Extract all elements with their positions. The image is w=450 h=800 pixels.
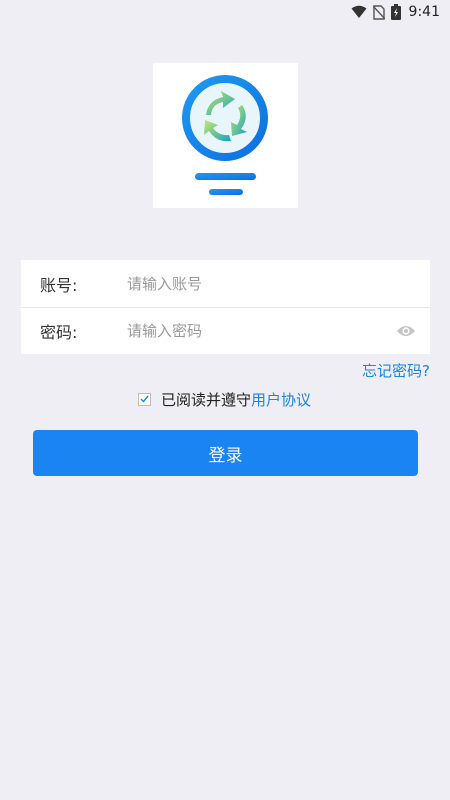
account-label: 账号: [40,275,78,295]
status-bar: 9:41 [0,0,450,24]
password-label: 密码: [40,323,78,342]
eye-icon[interactable] [396,323,416,339]
agreement-row: 已阅读并遵守 用户协议 [138,388,311,410]
account-input[interactable] [127,268,377,299]
agreement-text: 已阅读并遵守 [161,390,252,409]
password-input[interactable] [127,316,377,346]
status-icons: 9:41 [351,3,440,21]
app-logo [153,63,298,208]
status-time: 9:41 [408,4,440,20]
login-button[interactable]: 登录 [33,430,418,476]
forgot-password-link[interactable]: 忘记密码? [362,360,430,381]
battery-charging-icon [390,4,401,20]
wifi-icon [351,5,367,18]
no-sim-icon [372,4,385,20]
agreement-checkbox[interactable] [138,392,151,406]
recycle-bulb-logo-icon [182,75,268,195]
login-form: 账号: 密码: [21,260,430,354]
password-row: 密码: [21,307,430,354]
checkmark-icon [140,395,149,403]
user-agreement-link[interactable]: 用户协议 [251,389,311,410]
account-row: 账号: [21,260,430,307]
